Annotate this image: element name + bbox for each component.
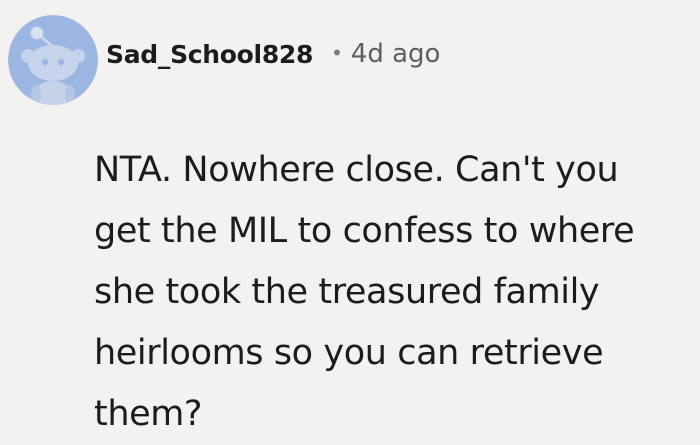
comment-body-line: heirlooms so you can retrieve — [94, 333, 604, 373]
comment-body-line: get the MIL to confess to where — [94, 211, 635, 251]
comment: Sad_School828 • 4d ago NTA. Nowhere clos… — [0, 0, 700, 442]
comment-body-line: them? — [94, 394, 203, 434]
user-avatar[interactable] — [8, 15, 98, 105]
reddit-snoo-avatar-icon — [8, 15, 98, 105]
comment-body-line: she took the treasured family — [94, 272, 600, 312]
comment-body-line: NTA. Nowhere close. Can't you — [94, 150, 619, 190]
comment-body: NTA. Nowhere close. Can't you get the MI… — [94, 140, 694, 445]
comment-meta: Sad_School828 • 4d ago — [106, 34, 440, 74]
meta-separator: • — [333, 40, 341, 65]
username-link[interactable]: Sad_School828 — [106, 40, 313, 69]
comment-timestamp[interactable]: 4d ago — [351, 39, 441, 69]
